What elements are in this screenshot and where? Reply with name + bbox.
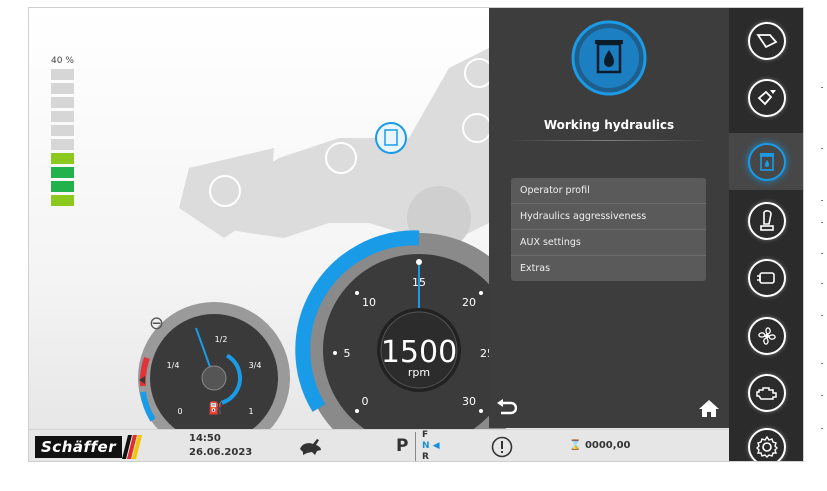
edge-mark bbox=[821, 395, 823, 396]
divider bbox=[509, 140, 709, 141]
edge-mark bbox=[821, 148, 823, 149]
settings-gear-icon bbox=[756, 435, 778, 458]
gear-divider bbox=[415, 432, 416, 461]
sidebar-item-bucket-tilt[interactable] bbox=[729, 69, 803, 126]
brand-name: Schäffer bbox=[35, 436, 123, 458]
engine-icon bbox=[756, 386, 777, 400]
menu-item-extras[interactable]: Extras bbox=[511, 256, 706, 281]
hydraulic-cylinder-icon bbox=[571, 20, 647, 96]
schaeffer-logo: Schäffer bbox=[35, 435, 143, 459]
fuel-tick-label: 1 bbox=[248, 407, 253, 416]
bucket-tilt-icon bbox=[757, 89, 776, 105]
fuel-tick-label: 3/4 bbox=[249, 361, 262, 370]
bargraph-segment bbox=[51, 153, 74, 164]
rpm-tick-label: 15 bbox=[412, 276, 426, 289]
rpm-tick-label: 30 bbox=[462, 395, 476, 408]
rpm-tick-label: 0 bbox=[362, 395, 369, 408]
panel-menu: Operator profil Hydraulics aggressivenes… bbox=[511, 178, 706, 281]
bargraph-segment bbox=[51, 195, 74, 206]
bargraph-segment bbox=[51, 139, 74, 150]
camera-icon bbox=[757, 271, 775, 284]
edge-marks bbox=[818, 70, 827, 450]
parking-indicator: P bbox=[396, 436, 409, 456]
joystick-icon bbox=[760, 209, 774, 231]
edge-mark bbox=[821, 283, 823, 284]
bargraph-label: 40 % bbox=[51, 56, 74, 66]
fan-icon bbox=[758, 326, 776, 345]
loader-silhouette bbox=[179, 43, 499, 250]
rabbit-icon bbox=[300, 439, 321, 455]
hydraulics-icon bbox=[760, 152, 774, 171]
bargraph-segment bbox=[51, 83, 74, 94]
sidebar-item-fan[interactable] bbox=[729, 307, 803, 364]
hours-value: 0000,00 bbox=[584, 440, 631, 451]
home-icon[interactable] bbox=[698, 398, 720, 418]
date: 26.06.2023 bbox=[189, 447, 253, 458]
gear-forward: F bbox=[422, 430, 429, 440]
sidebar-item-engine[interactable] bbox=[729, 364, 803, 421]
bargraph bbox=[51, 69, 74, 209]
bargraph-segment bbox=[51, 69, 74, 80]
back-icon[interactable] bbox=[495, 398, 517, 418]
edge-mark bbox=[821, 87, 823, 88]
hourglass-icon: ⌛ bbox=[569, 440, 582, 451]
sidebar bbox=[729, 8, 803, 461]
gear-reverse: R bbox=[422, 452, 429, 462]
time: 14:50 bbox=[189, 433, 221, 444]
rpm-value: 1500 bbox=[381, 335, 457, 370]
menu-item-operator-profil[interactable]: Operator profil bbox=[511, 178, 706, 204]
edge-mark bbox=[821, 253, 823, 254]
temperature-icon: ⊖ bbox=[149, 313, 164, 334]
gear-selector: F N ◀ R bbox=[422, 430, 440, 462]
sidebar-item-hydraulics[interactable] bbox=[729, 133, 803, 190]
menu-item-hydraulics-aggressiveness[interactable]: Hydraulics aggressiveness bbox=[511, 204, 706, 230]
bargraph-segment bbox=[51, 125, 74, 136]
fuel-tick-label: 0 bbox=[177, 407, 182, 416]
edge-mark bbox=[821, 200, 823, 201]
working-hydraulics-panel: Working hydraulics Operator profil Hydra… bbox=[489, 8, 729, 428]
sidebar-item-bucket[interactable] bbox=[729, 12, 803, 69]
bucket-icon bbox=[756, 33, 778, 48]
hydraulics-part-icon bbox=[375, 122, 407, 154]
edge-mark bbox=[821, 315, 823, 316]
operating-hours: ⌛ 0000,00 bbox=[569, 440, 630, 451]
dashboard-screen: ⛽ 0 1/4 1/2 3/4 1 ⊖ 1500 rpm 0 5 10 15 2… bbox=[28, 7, 804, 462]
edge-mark bbox=[821, 428, 823, 429]
bargraph-segment bbox=[51, 111, 74, 122]
fuel-pump-icon: ⛽ bbox=[208, 401, 223, 415]
menu-item-aux-settings[interactable]: AUX settings bbox=[511, 230, 706, 256]
bargraph-segment bbox=[51, 181, 74, 192]
panel-title: Working hydraulics bbox=[543, 118, 675, 132]
sidebar-item-camera[interactable] bbox=[729, 249, 803, 306]
edge-mark bbox=[821, 222, 823, 223]
bargraph-segment bbox=[51, 97, 74, 108]
rpm-tick-label: 5 bbox=[344, 347, 351, 360]
bargraph-segment bbox=[51, 167, 74, 178]
rpm-unit: rpm bbox=[408, 366, 430, 379]
rpm-tick-label: 20 bbox=[462, 296, 476, 309]
clock: 14:50 26.06.2023 bbox=[189, 432, 252, 460]
fuel-tick-label: 1/2 bbox=[215, 335, 228, 344]
sidebar-item-joystick[interactable] bbox=[729, 192, 803, 249]
gear-neutral: N ◀ bbox=[422, 441, 440, 451]
rpm-tick-label: 10 bbox=[362, 296, 376, 309]
fuel-tick-label: 1/4 bbox=[167, 361, 180, 370]
sidebar-item-settings[interactable] bbox=[729, 418, 803, 461]
warning-icon[interactable] bbox=[491, 436, 513, 458]
edge-mark bbox=[821, 363, 823, 364]
status-bar: Schäffer 14:50 26.06.2023 P F N ◀ R ⌛ 00… bbox=[29, 429, 729, 462]
